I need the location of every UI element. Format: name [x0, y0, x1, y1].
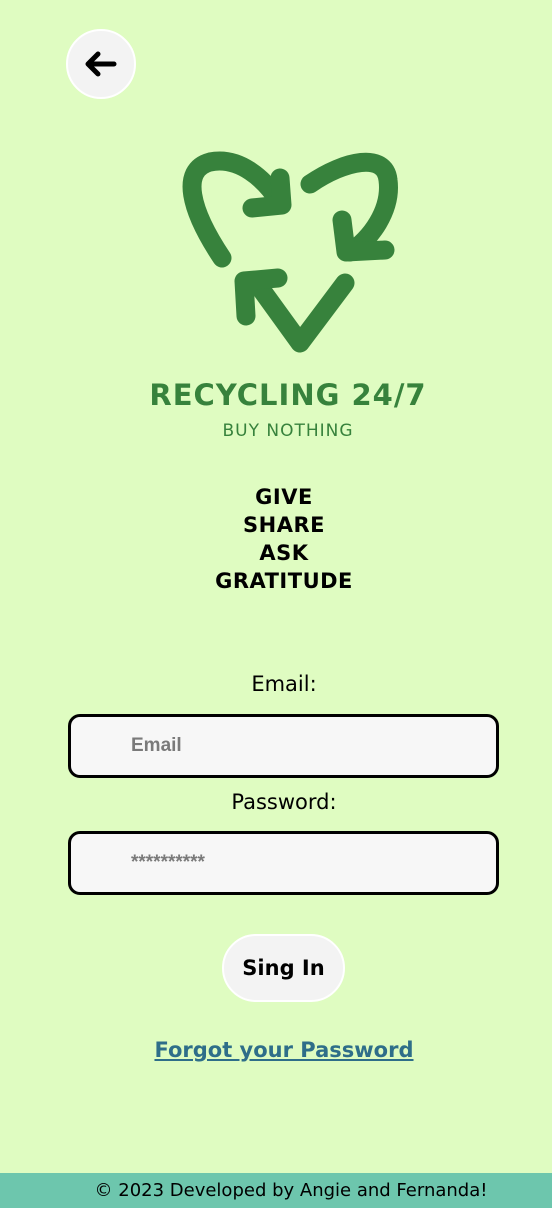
footer-text: © 2023 Developed by Angie and Fernanda! [94, 1180, 488, 1201]
motto-item: SHARE [243, 513, 325, 537]
brand-title: RECYCLING 24/7 [149, 378, 427, 412]
motto-item: ASK [259, 541, 309, 565]
sign-in-button[interactable]: Sing In [222, 934, 345, 1002]
email-label: Email: [251, 672, 317, 696]
forgot-password-link[interactable]: Forgot your Password [0, 1038, 552, 1062]
motto-item: GIVE [255, 485, 313, 509]
motto-item: GRATITUDE [215, 569, 353, 593]
motto-list: GIVE SHARE ASK GRATITUDE [0, 483, 552, 595]
email-field[interactable] [68, 714, 499, 778]
password-label: Password: [231, 790, 337, 814]
brand-subtitle: BUY NOTHING [222, 421, 354, 441]
back-button[interactable] [66, 29, 136, 99]
footer: © 2023 Developed by Angie and Fernanda! [0, 1173, 552, 1208]
arrow-left-icon [85, 51, 117, 77]
password-field[interactable] [68, 831, 499, 895]
recycle-icon [182, 151, 398, 353]
